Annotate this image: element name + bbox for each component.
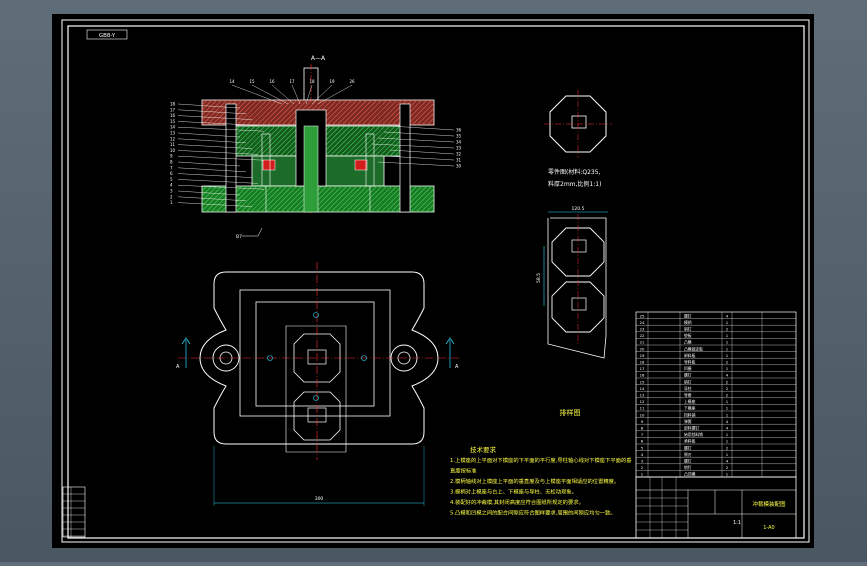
tech-note: 直度按标准 bbox=[450, 467, 477, 475]
leader-label-top: 16 bbox=[269, 79, 275, 84]
leader-label-left: 16 bbox=[170, 113, 176, 118]
bom-name: 始用挡料销 bbox=[684, 432, 703, 437]
part-caption-line2: 料厚2mm,比例1:1) bbox=[548, 180, 601, 188]
tech-note: 2.模柄轴线对上模座上平面的垂直度及与上模座平面相适应的位置精度。 bbox=[450, 477, 619, 485]
title-block-name: 冲裁模装配图 bbox=[752, 500, 786, 508]
bom-no: 15 bbox=[640, 379, 645, 384]
bom-name: 弹簧 bbox=[684, 419, 692, 424]
leader-label-left: 12 bbox=[170, 136, 176, 141]
bom-name: 垫板 bbox=[684, 333, 692, 338]
title-block-code: 1-A0 bbox=[763, 525, 774, 531]
tech-note: 5.凸模和凹模之间的配合间隙应符合图样要求,周围的间隙应均匀一致。 bbox=[450, 509, 616, 517]
tech-note: 1.上模座的上平面对下模座的下平面的平行度,导柱轴心线对下模座下平面的垂 bbox=[450, 456, 632, 464]
bom-no: 24 bbox=[640, 320, 645, 325]
bom-name: 凸模 bbox=[684, 340, 692, 345]
bom-no: 23 bbox=[640, 327, 645, 332]
tech-title: 技术要求 bbox=[470, 445, 497, 454]
bom-name: 销钉 bbox=[684, 327, 692, 332]
leader-label-top: 26 bbox=[349, 79, 355, 84]
leader-label-right: 33 bbox=[456, 146, 462, 151]
bom-name: 下模座 bbox=[684, 406, 696, 411]
plan-width-dim: 300 bbox=[315, 496, 324, 502]
leader-label-right: 35 bbox=[456, 134, 462, 139]
punch-core bbox=[303, 125, 319, 213]
strip-dim-top: 120.5 bbox=[572, 206, 585, 212]
bom-name: 导料板 bbox=[684, 360, 696, 365]
leader-label-right: 30 bbox=[456, 164, 462, 169]
bom-name: 螺钉 bbox=[684, 313, 692, 318]
bom-no: 14 bbox=[640, 386, 645, 391]
bom-no: 25 bbox=[640, 313, 645, 318]
bom-no: 13 bbox=[640, 393, 645, 398]
bom-name: 凹模 bbox=[684, 366, 692, 371]
drawing-sheet bbox=[52, 14, 814, 548]
bom-name: 挡料销 bbox=[684, 412, 696, 417]
bom-no: 22 bbox=[640, 333, 645, 338]
bom-no: 10 bbox=[640, 412, 645, 417]
bom-name: 模柄 bbox=[684, 320, 692, 325]
bom-no: 21 bbox=[640, 340, 645, 345]
guide-pillar-left bbox=[225, 103, 237, 213]
bom-no: 18 bbox=[640, 360, 645, 365]
bom-no: 12 bbox=[640, 399, 645, 404]
bom-no: 11 bbox=[640, 406, 645, 411]
bom-name: 上模座 bbox=[684, 399, 696, 404]
bom-name: 凸凹模 bbox=[684, 472, 696, 477]
bom-name: 卸料螺钉 bbox=[684, 426, 699, 431]
section-arrow-label-left: A bbox=[176, 364, 180, 370]
bom-no: 19 bbox=[640, 353, 645, 358]
tech-note: 3.模柄对上模座与台上、下模座与导柱、无松动现象。 bbox=[450, 488, 577, 496]
leader-label-top: 19 bbox=[329, 79, 335, 84]
part-caption-line1: 零件图(材料:Q235, bbox=[548, 168, 601, 176]
bom-name: 侧刃 bbox=[684, 452, 692, 457]
leader-label-right: 32 bbox=[456, 152, 462, 157]
leader-label-top: 18 bbox=[309, 79, 315, 84]
bom-name: 导柱 bbox=[684, 386, 692, 391]
bom-name: 螺钉 bbox=[684, 445, 692, 450]
bom-name: 销钉 bbox=[684, 379, 692, 384]
strip-dim-side: 58.5 bbox=[536, 273, 542, 283]
guide-pillar-right bbox=[399, 103, 411, 213]
title-block-scale: 1:1 bbox=[733, 520, 741, 526]
bom-no: 20 bbox=[640, 346, 645, 351]
leader-label-left: 11 bbox=[170, 142, 176, 147]
bom-name: 螺钉 bbox=[684, 373, 692, 378]
leader-label-left: 17 bbox=[170, 107, 176, 112]
leader-label-left: 13 bbox=[170, 131, 176, 136]
drawing-canvas[interactable]: GB8-Y A—A 181716151413121110987654321 36… bbox=[0, 0, 867, 562]
leader-label-right: 36 bbox=[456, 128, 462, 133]
bom-name: 螺钉 bbox=[684, 459, 692, 464]
bom-name: 导套 bbox=[684, 393, 692, 398]
bom-name: 凸模固定板 bbox=[684, 346, 703, 351]
bom-no: 17 bbox=[640, 366, 645, 371]
leader-label-left: 15 bbox=[170, 119, 176, 124]
leader-label-left: 14 bbox=[170, 125, 176, 130]
leader-label-top: 17 bbox=[289, 79, 295, 84]
leader-label-top: 15 bbox=[249, 79, 255, 84]
bom-name: 销钉 bbox=[684, 465, 692, 470]
leader-label-top: 14 bbox=[229, 79, 235, 84]
strip-label: 排样图 bbox=[560, 408, 581, 417]
spring-left bbox=[262, 159, 276, 171]
leader-label-left: 18 bbox=[170, 102, 176, 107]
bom-no: 16 bbox=[640, 373, 645, 378]
section-label: A—A bbox=[311, 55, 326, 62]
corner-tag: GB8-Y bbox=[99, 33, 116, 39]
bom-name: 承料板 bbox=[684, 439, 696, 444]
tech-note: 4.装配好的冲裁模,其封闭高度应符合图纸所规定的要求。 bbox=[450, 498, 584, 506]
spring-right bbox=[354, 159, 368, 171]
bom-name: 卸料板 bbox=[684, 353, 696, 358]
section-arrow-label-right: A bbox=[455, 364, 459, 370]
leader-label-left: 10 bbox=[170, 148, 176, 153]
leader-label-right: 31 bbox=[456, 158, 462, 163]
leader-label-right: 34 bbox=[456, 140, 462, 145]
bottom-leader-label: B7 bbox=[236, 234, 242, 240]
cad-viewport: GB8-Y A—A 18 17 16 15 14 13 12 11 10 9 8… bbox=[0, 0, 867, 562]
